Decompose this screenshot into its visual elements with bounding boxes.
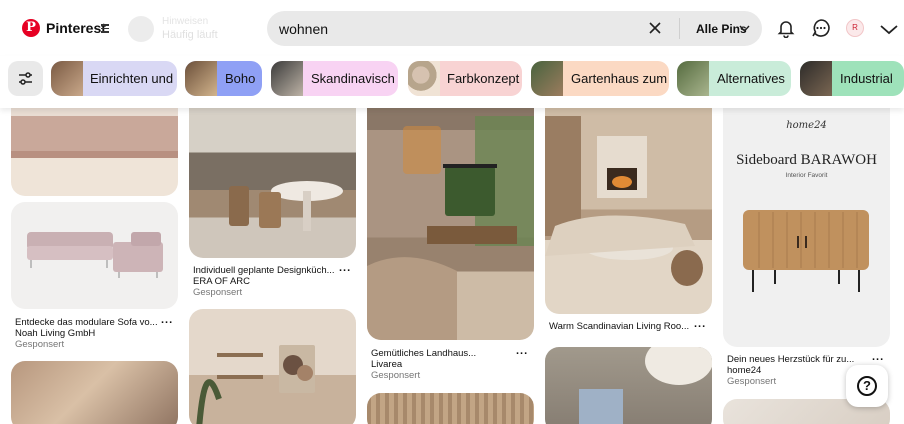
chip-thumbnail — [677, 61, 709, 96]
pin-source[interactable]: home24 — [727, 365, 761, 376]
chevron-down-icon[interactable] — [739, 24, 750, 33]
landhaus-illustration — [367, 116, 534, 340]
search-input[interactable]: wohnen — [279, 21, 328, 37]
avatar[interactable]: R — [846, 19, 864, 37]
account-chevron-icon[interactable] — [880, 24, 898, 35]
pinterest-search-page: Pinterest Hinweisen Häufig läuft wohnen … — [0, 0, 904, 424]
pin-image-sofa-room[interactable] — [11, 96, 178, 196]
close-icon[interactable] — [647, 20, 663, 36]
bell-icon[interactable] — [776, 18, 796, 38]
more-options-button[interactable]: ... — [339, 262, 351, 274]
more-options-button[interactable]: ... — [516, 345, 528, 357]
chip-label: Gartenhaus zum — [571, 71, 668, 86]
pin-image-design-kitchen[interactable] — [189, 96, 356, 258]
chip-label: Alternatives — [717, 71, 785, 86]
more-options-button[interactable]: ... — [694, 318, 706, 330]
pin-sponsored-label: Gesponsert — [371, 370, 421, 381]
pin-image-lamp-room[interactable] — [545, 347, 712, 424]
pin-title[interactable]: Gemütliches Landhaus... — [371, 348, 476, 359]
messages-icon[interactable] — [811, 18, 831, 38]
chip-label: Boho — [225, 71, 256, 86]
pin-image-scandinavian-living[interactable] — [545, 96, 712, 314]
chip-label: Industrial — [840, 71, 893, 86]
chip-farbkonzept[interactable]: Farbkonzept — [408, 61, 522, 96]
more-options-button[interactable]: ... — [161, 314, 173, 326]
pin-source[interactable]: Livarea — [371, 359, 402, 370]
help-icon: ? — [857, 376, 877, 396]
pin-image-landhaus-living[interactable] — [367, 96, 534, 340]
chip-thumbnail — [408, 61, 440, 96]
chip-thumbnail — [800, 61, 832, 96]
search-bar[interactable]: wohnen Alle Pins — [267, 11, 762, 46]
pin-image-sideboard-ad[interactable]: home24 Sideboard BARAWOH Interior Favori… — [723, 96, 890, 347]
chip-thumbnail — [185, 61, 217, 96]
chip-boho[interactable]: Boho — [185, 61, 262, 96]
shelf-illustration — [196, 345, 315, 424]
faded-notification: Hinweisen Häufig läuft — [128, 14, 258, 44]
chip-label: Skandinavisch — [311, 71, 395, 86]
pin-image-wall-texture[interactable] — [11, 361, 178, 424]
chip-label: Einrichten und — [90, 71, 174, 86]
chip-gartenhaus[interactable]: Gartenhaus zum — [531, 61, 669, 96]
pin-source[interactable]: ERA OF ARC — [193, 276, 250, 287]
pin-sponsored-label: Gesponsert — [15, 339, 65, 350]
filter-icon — [19, 72, 32, 85]
menu-icon[interactable] — [101, 24, 109, 33]
pin-image-wood-ceiling[interactable] — [367, 393, 534, 424]
chip-thumbnail — [531, 61, 563, 96]
filter-button[interactable] — [8, 61, 43, 96]
search-divider — [679, 18, 680, 39]
chip-thumbnail — [51, 61, 83, 96]
sideboard-illustration — [743, 210, 869, 292]
chip-industrial[interactable]: Industrial — [800, 61, 904, 96]
chip-skandinavisch[interactable]: Skandinavisch — [271, 61, 398, 96]
pin-sponsored-label: Gesponsert — [193, 287, 243, 298]
chip-thumbnail — [271, 61, 303, 96]
sofa-illustration — [27, 232, 163, 278]
pin-image-shelf-room[interactable] — [189, 309, 356, 424]
more-options-button[interactable]: ... — [872, 351, 884, 363]
chip-alternatives[interactable]: Alternatives — [677, 61, 791, 96]
pin-image-modular-sofa[interactable] — [11, 202, 178, 309]
brand-name[interactable]: Pinterest — [46, 20, 106, 36]
fireplace-illustration — [545, 116, 703, 286]
pin-sponsored-label: Gesponsert — [727, 376, 777, 387]
help-button[interactable]: ? — [846, 365, 888, 407]
lamp-illustration — [579, 347, 712, 424]
pin-title[interactable]: Dein neues Herzstück für zu... — [727, 354, 854, 365]
faded-avatar — [128, 16, 154, 42]
guide-chips-bar: Einrichten und Boho Skandinavisch Farbko… — [0, 56, 904, 108]
pin-source[interactable]: Noah Living GmbH — [15, 328, 95, 339]
faded-text-line2: Häufig läuft — [162, 29, 218, 41]
pinterest-logo-icon[interactable] — [22, 19, 40, 37]
top-bar: Pinterest Hinweisen Häufig läuft wohnen … — [0, 0, 904, 56]
kitchen-illustration — [229, 181, 343, 231]
chip-einrichten[interactable]: Einrichten und — [51, 61, 177, 96]
faded-text-line1: Hinweisen — [162, 16, 209, 27]
chip-label: Farbkonzept — [447, 71, 520, 86]
pin-title[interactable]: Entdecke das modulare Sofa vo... — [15, 317, 158, 328]
pin-title[interactable]: Warm Scandinavian Living Roo... — [549, 321, 689, 332]
pin-title[interactable]: Individuell geplante Designküch... — [193, 265, 335, 276]
